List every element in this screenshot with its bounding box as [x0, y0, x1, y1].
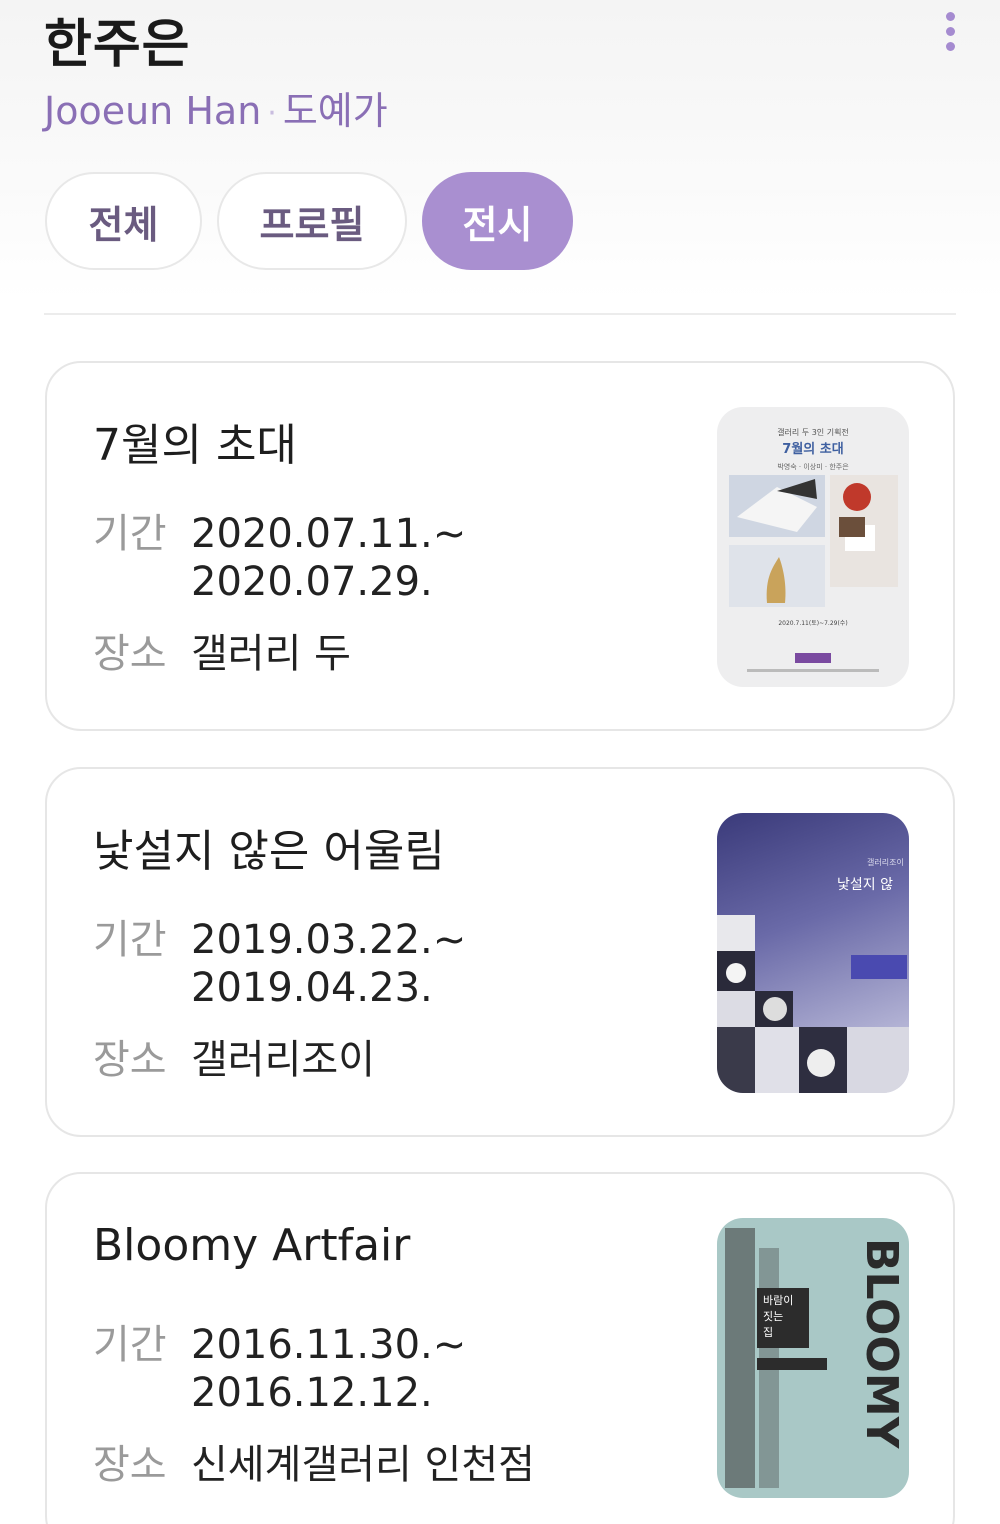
- period-start: 2020.07.11.~: [191, 511, 467, 557]
- exhibition-title: Bloomy Artfair: [93, 1220, 411, 1271]
- poster-title: 낯설지 않: [837, 877, 893, 893]
- exhibition-card[interactable]: 7월의 초대 기간 2020.07.11.~ 2020.07.29. 장소 갤러리 …: [45, 361, 955, 731]
- page-title: 한주은: [44, 15, 191, 75]
- separator-dot: ·: [267, 96, 277, 131]
- more-options-icon[interactable]: [940, 12, 962, 56]
- poster-art: BLOOMY 바람이 짓는 집: [725, 1228, 907, 1488]
- poster-artists: 박영숙 · 이상미 · 한주은: [777, 462, 849, 471]
- period-row: 기간 2019.03.22.~: [93, 907, 466, 965]
- place-value: 신세계갤러리 인천점: [191, 1442, 535, 1488]
- poster-dates: 2020.7.11(토)~7.29(수): [778, 620, 847, 627]
- period-end-row: 2019.04.23.: [191, 965, 433, 1011]
- poster-header: 갤러리 두 3인 기획전: [777, 427, 849, 437]
- place-value: 갤러리조이: [191, 1037, 375, 1083]
- tab-exhibition[interactable]: 전시: [422, 172, 573, 270]
- period-end-row: 2020.07.29.: [191, 559, 433, 605]
- place-row: 장소 갤러리조이: [93, 1027, 375, 1085]
- period-end: 2019.04.23.: [191, 965, 433, 1011]
- profile-subtitle: Jooeun Han · 도예가: [44, 80, 388, 135]
- exhibition-title: 7월의 초대: [93, 420, 297, 471]
- place-row: 장소 신세계갤러리 인천점: [93, 1432, 535, 1490]
- poster-header: 갤러리조이: [867, 857, 904, 867]
- exhibition-poster[interactable]: BLOOMY 바람이 짓는 집: [717, 1218, 909, 1498]
- poster-word: BLOOMY: [856, 1238, 907, 1450]
- tab-profile[interactable]: 프로필: [217, 172, 407, 270]
- tab-all[interactable]: 전체: [45, 172, 202, 270]
- exhibition-poster[interactable]: 갤러리조이 낯설지 않: [717, 813, 909, 1093]
- poster-art: 갤러리조이 낯설지 않: [717, 857, 909, 1093]
- poster-title: 7월의 초대: [782, 441, 843, 457]
- place-label: 장소: [93, 631, 167, 677]
- period-label: 기간: [93, 511, 167, 557]
- period-end: 2016.12.12.: [191, 1370, 433, 1416]
- place-label: 장소: [93, 1037, 167, 1083]
- place-label: 장소: [93, 1442, 167, 1488]
- occupation: 도예가: [282, 89, 388, 133]
- profile-header: 한주은 Jooeun Han · 도예가 전체 프로필 전시: [0, 0, 1000, 300]
- period-label: 기간: [93, 1322, 167, 1368]
- exhibition-card[interactable]: Bloomy Artfair 기간 2016.11.30.~ 2016.12.12…: [45, 1172, 955, 1524]
- place-row: 장소 갤러리 두: [93, 621, 351, 679]
- period-start: 2016.11.30.~: [191, 1322, 467, 1368]
- place-value: 갤러리 두: [191, 631, 351, 677]
- divider: [44, 313, 956, 315]
- exhibition-poster[interactable]: 갤러리 두 3인 기획전 7월의 초대 박영숙 · 이상미 · 한주은 2020…: [717, 407, 909, 687]
- english-name: Jooeun Han: [44, 89, 262, 133]
- exhibition-title: 낯설지 않은 어울림: [93, 826, 445, 877]
- period-end: 2020.07.29.: [191, 559, 433, 605]
- period-row: 기간 2016.11.30.~: [93, 1312, 466, 1370]
- period-start: 2019.03.22.~: [191, 917, 467, 963]
- poster-art: 갤러리 두 3인 기획전 7월의 초대 박영숙 · 이상미 · 한주은 2020…: [729, 427, 898, 672]
- exhibition-card[interactable]: 낯설지 않은 어울림 기간 2019.03.22.~ 2019.04.23. 장소…: [45, 767, 955, 1137]
- period-end-row: 2016.12.12.: [191, 1370, 433, 1416]
- period-label: 기간: [93, 917, 167, 963]
- period-row: 기간 2020.07.11.~: [93, 501, 466, 559]
